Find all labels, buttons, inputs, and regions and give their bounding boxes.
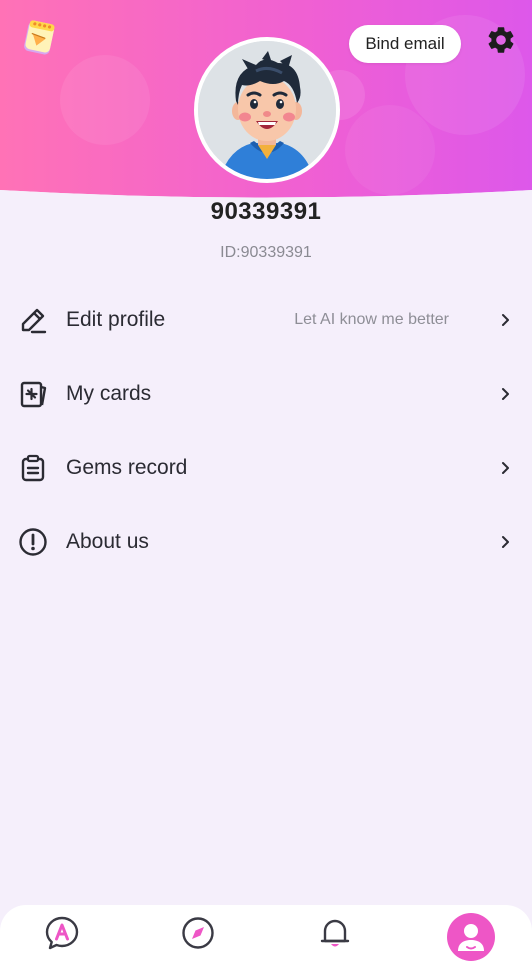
profile-header: Bind email	[0, 0, 532, 205]
menu-item-label: Edit profile	[66, 308, 166, 331]
menu-item-label: About us	[66, 530, 149, 553]
menu-item-hint: Let AI know me better	[294, 311, 449, 328]
profile-menu: Edit profile Let AI know me better My ca…	[0, 283, 532, 579]
pencil-icon	[21, 308, 47, 334]
menu-item-label: Gems record	[66, 456, 188, 479]
bind-email-button[interactable]: Bind email	[349, 25, 461, 63]
bottom-tab-bar	[0, 905, 532, 961]
chevron-right-icon	[502, 536, 509, 548]
user-id: ID:90339391	[220, 244, 312, 261]
username: 90339391	[210, 198, 322, 225]
exclamation-circle-icon	[19, 528, 47, 556]
card-star-icon	[20, 381, 47, 408]
compass-icon[interactable]	[180, 915, 216, 951]
menu-item-label: My cards	[66, 382, 152, 405]
chevron-right-icon	[502, 388, 509, 400]
menu-item-edit-profile[interactable]: Edit profile Let AI know me better	[0, 283, 532, 357]
gear-icon[interactable]	[485, 24, 517, 56]
ai-chat-icon[interactable]	[44, 915, 80, 951]
cartoon-boy-avatar	[198, 41, 336, 179]
clipboard-icon	[21, 454, 45, 482]
bell-icon[interactable]	[317, 915, 353, 951]
chevron-right-icon	[502, 462, 509, 474]
notepad-logo-icon[interactable]	[20, 18, 58, 58]
avatar[interactable]	[194, 37, 340, 183]
tab-profile[interactable]	[447, 913, 495, 961]
menu-item-gems-record[interactable]: Gems record	[0, 431, 532, 505]
user-icon	[458, 924, 484, 951]
menu-item-about-us[interactable]: About us	[0, 505, 532, 579]
menu-item-my-cards[interactable]: My cards	[0, 357, 532, 431]
chevron-right-icon	[502, 314, 509, 326]
